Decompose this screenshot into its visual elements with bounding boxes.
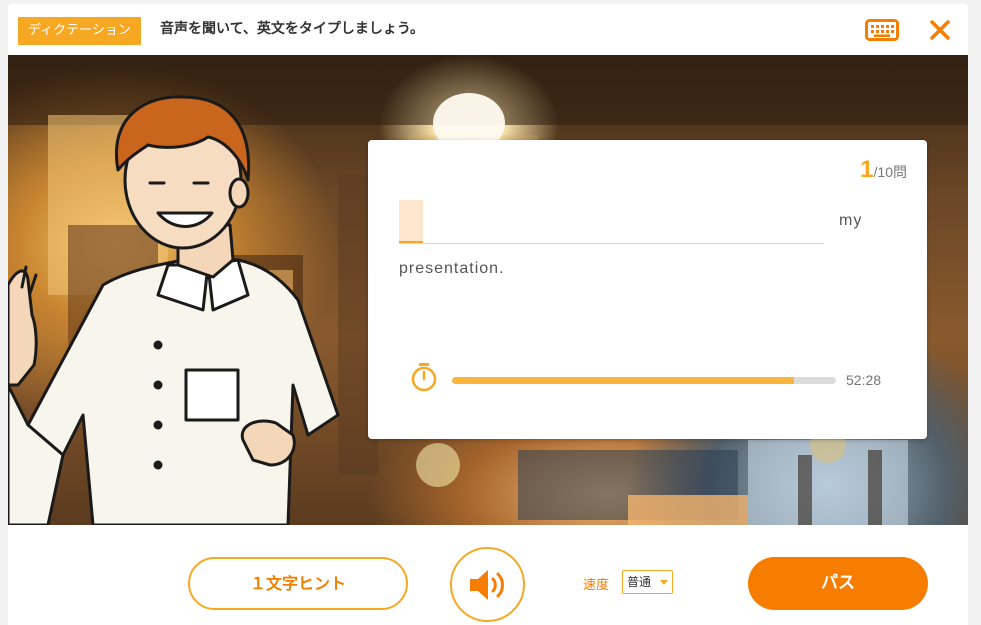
timer-text: 52:28 — [846, 372, 882, 388]
question-card: 1/10問 my presentation. 52:28 — [368, 140, 927, 439]
sentence-line-2: presentation. — [399, 260, 505, 277]
answer-blank-input[interactable] — [399, 200, 824, 244]
mode-tag: ディクテーション — [18, 17, 141, 45]
speaker-icon — [470, 570, 504, 600]
timer-progress-bar — [452, 377, 836, 384]
question-current: 1 — [860, 156, 874, 183]
pass-button[interactable]: パス — [748, 557, 928, 610]
question-total: /10問 — [873, 164, 907, 180]
keyboard-icon[interactable] — [865, 19, 899, 41]
one-letter-hint-button[interactable]: １文字ヒント — [188, 557, 408, 610]
close-icon[interactable] — [927, 17, 953, 43]
question-counter: 1/10問 — [860, 156, 907, 184]
chevron-down-icon — [660, 580, 668, 585]
instruction-text: 音声を聞いて、英文をタイプしましょう。 — [160, 21, 425, 37]
header: ディクテーション 音声を聞いて、英文をタイプしましょう。 — [8, 4, 968, 55]
play-audio-button[interactable] — [450, 547, 525, 622]
timer-progress-fill — [452, 377, 794, 384]
stopwatch-icon — [410, 362, 438, 392]
dictation-panel: ディクテーション 音声を聞いて、英文をタイプしましょう。 1/10問 my pr… — [8, 4, 968, 625]
sentence-word-after-blank: my — [839, 212, 863, 229]
background-scene: 1/10問 my presentation. 52:28 — [8, 55, 968, 525]
speed-value: 普通 — [627, 575, 652, 589]
speed-select[interactable]: 普通 — [622, 570, 673, 594]
text-cursor — [399, 200, 423, 243]
speed-label: 速度 — [583, 578, 610, 593]
